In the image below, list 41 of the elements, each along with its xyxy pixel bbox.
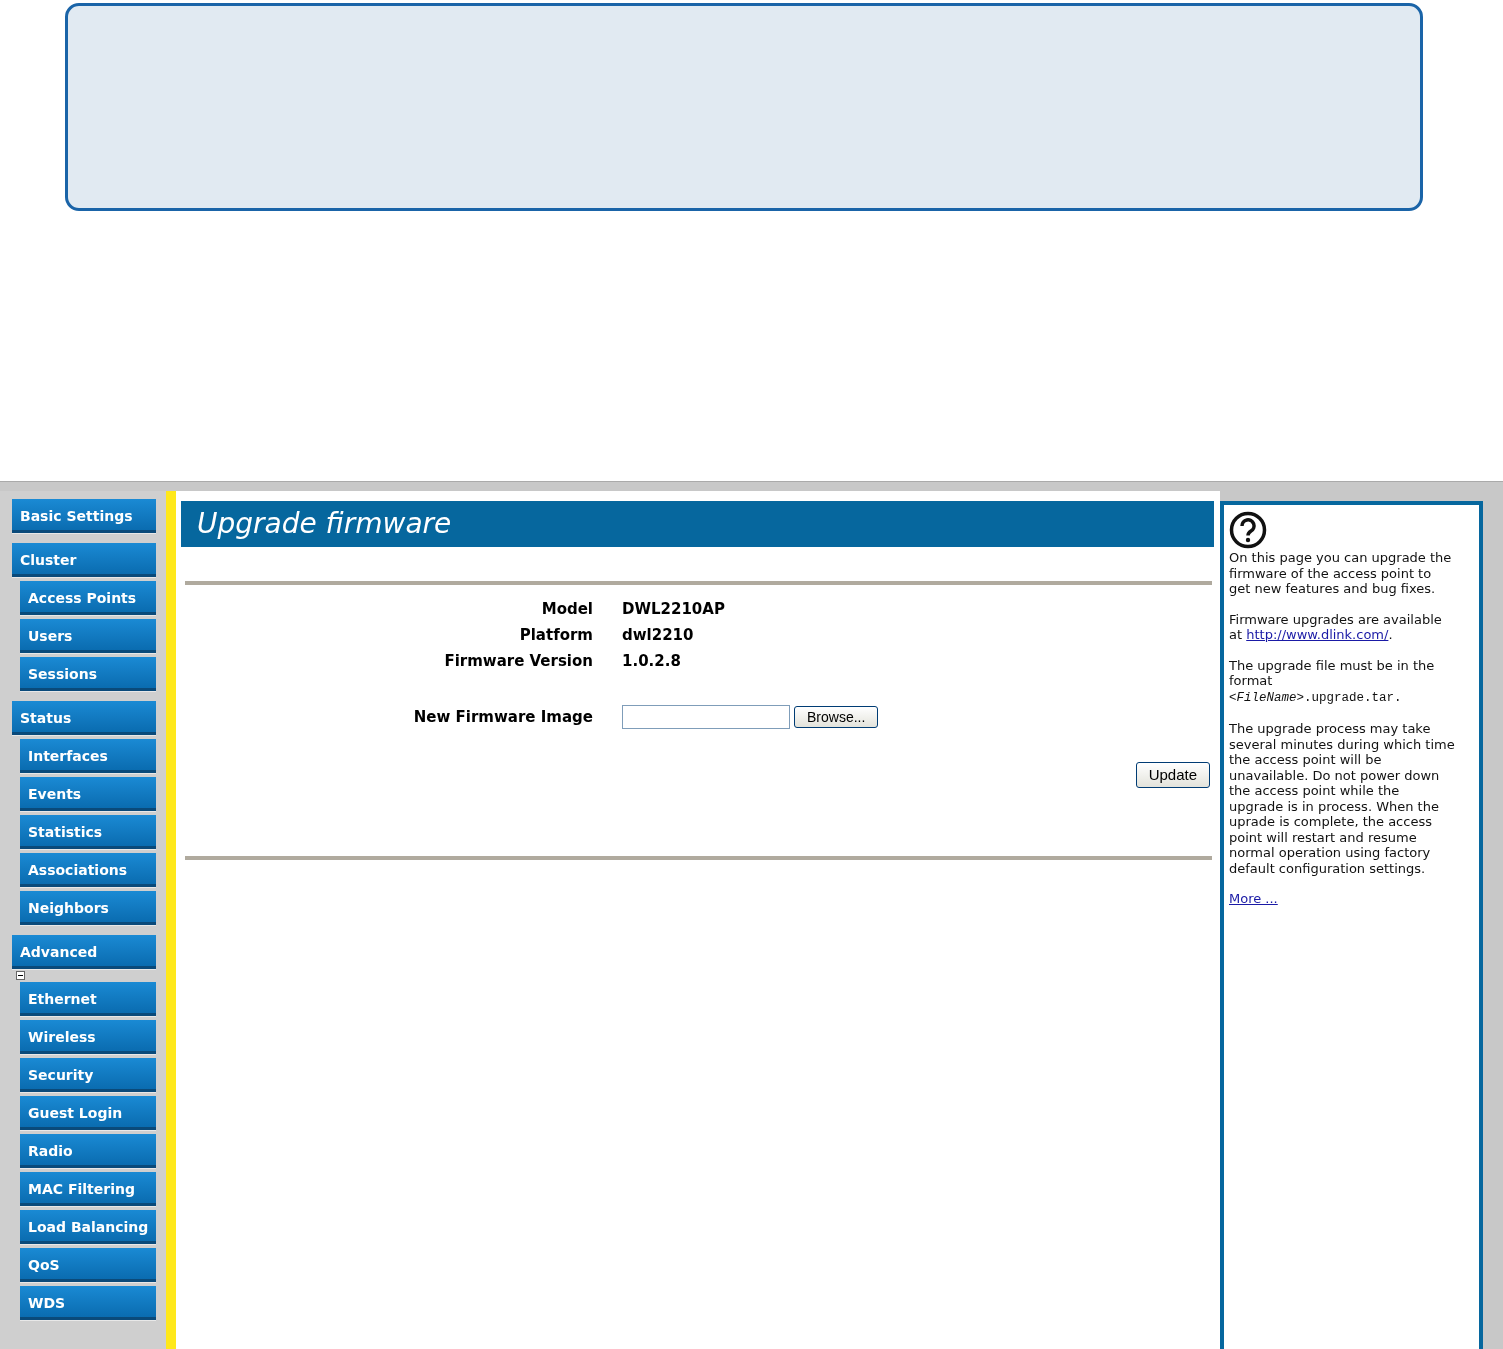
nav-item[interactable]: Security bbox=[20, 1058, 156, 1092]
help-paragraph: Firmware upgrades are available at http://www.dlink.com/. bbox=[1229, 611, 1443, 643]
collapse-icon[interactable] bbox=[16, 971, 25, 980]
nav-item[interactable]: Users bbox=[20, 619, 156, 653]
field-label: New Firmware Image bbox=[412, 706, 593, 728]
field-label: Model bbox=[540, 599, 593, 621]
help-paragraph: On this page you can upgrade the firmware of the access point to get new features and bug fixes. bbox=[1229, 550, 1453, 597]
nav-item[interactable]: Events bbox=[20, 777, 156, 811]
nav-item[interactable]: Statistics bbox=[20, 815, 156, 849]
nav-item[interactable]: Associations bbox=[20, 853, 156, 887]
nav-item[interactable]: Guest Login bbox=[20, 1096, 156, 1130]
field-label: Firmware Version bbox=[443, 651, 593, 673]
browse-button[interactable]: Browse... bbox=[794, 706, 879, 728]
field-label: Platform bbox=[518, 625, 593, 647]
nav-item[interactable]: WDS bbox=[20, 1286, 156, 1320]
more-link[interactable]: More ... bbox=[1229, 891, 1278, 906]
field-value: DWL2210AP bbox=[622, 599, 725, 621]
nav-item[interactable]: Status bbox=[12, 701, 156, 735]
nav-item[interactable]: MAC Filtering bbox=[20, 1172, 156, 1206]
nav-item[interactable]: QoS bbox=[20, 1248, 156, 1282]
file-format: <FileName>.upgrade.tar. bbox=[1229, 690, 1402, 705]
nav-item[interactable]: Basic Settings bbox=[12, 499, 156, 533]
field-value: dwl2210 bbox=[622, 625, 694, 647]
file-path-field[interactable] bbox=[622, 705, 790, 729]
field-value: 1.0.2.8 bbox=[622, 651, 681, 673]
page-title: Upgrade firmware bbox=[197, 506, 452, 542]
nav-item[interactable]: Access Points bbox=[20, 581, 156, 615]
update-button[interactable]: Update bbox=[1135, 762, 1210, 788]
help-icon bbox=[1229, 511, 1267, 549]
help-paragraph: The upgrade process may take several minutes during which time the access point will be unavailable. Do not power down the access point while the upgrade is in process. When the uprade is complete, the access point will restart and resume normal operation using factory default configuration settings. bbox=[1229, 721, 1455, 876]
nav-item[interactable]: Radio bbox=[20, 1134, 156, 1168]
nav-item[interactable]: Sessions bbox=[20, 657, 156, 691]
help-paragraph: The upgrade file must be in the format bbox=[1229, 657, 1436, 689]
nav-item[interactable]: Cluster bbox=[12, 543, 156, 577]
nav-item[interactable]: Neighbors bbox=[20, 891, 156, 925]
nav-item[interactable]: Load Balancing bbox=[20, 1210, 156, 1244]
nav-item[interactable]: Interfaces bbox=[20, 739, 156, 773]
nav-item[interactable]: Ethernet bbox=[20, 982, 156, 1016]
nav-item[interactable]: Wireless bbox=[20, 1020, 156, 1054]
website-link[interactable]: http://www.dlink.com/ bbox=[1246, 627, 1389, 642]
nav-item[interactable]: Advanced bbox=[12, 935, 156, 969]
